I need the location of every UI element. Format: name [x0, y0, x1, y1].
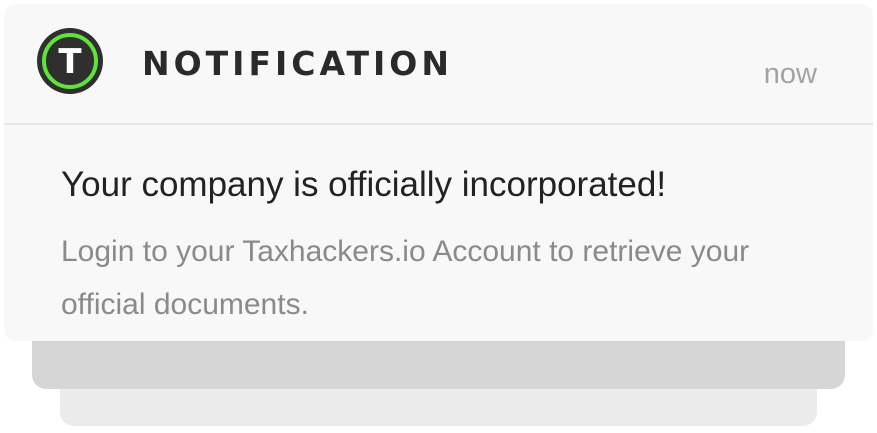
notification-card[interactable]: T NOTIFICATION now Your company is offic…: [4, 4, 873, 341]
notification-message: Login to your Taxhackers.io Account to r…: [61, 235, 750, 321]
notification-app-name: NOTIFICATION: [142, 44, 453, 83]
logo-letter: T: [58, 41, 82, 82]
taxhackers-logo-icon: T: [37, 28, 103, 94]
notification-timestamp: now: [763, 58, 817, 90]
notification-stage: T NOTIFICATION now Your company is offic…: [0, 0, 877, 433]
notification-header: T NOTIFICATION now: [4, 4, 873, 125]
notification-title: Your company is officially incorporated!: [61, 165, 667, 204]
logo-inner: T: [52, 43, 88, 79]
logo-ring: T: [42, 33, 98, 89]
